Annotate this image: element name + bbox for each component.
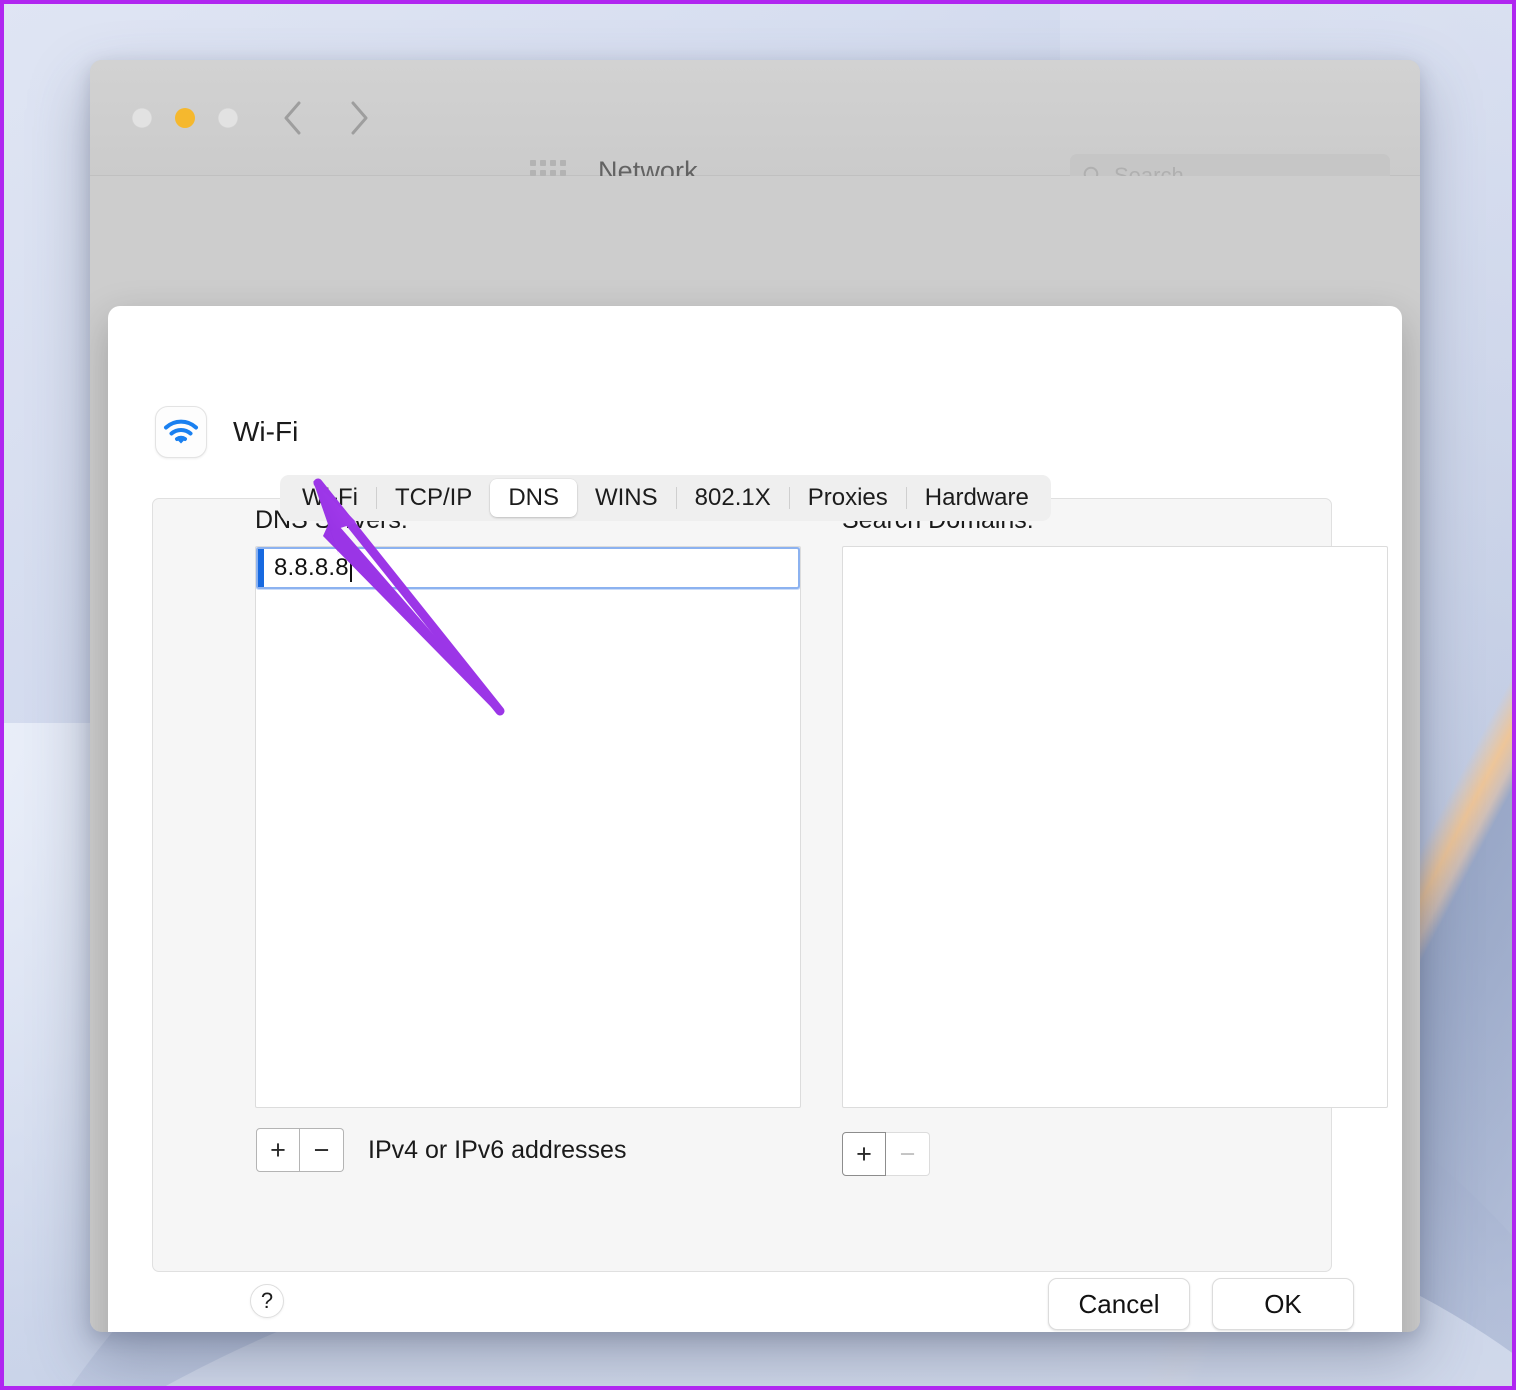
- wifi-icon: [155, 406, 207, 458]
- search-domains-stepper: + −: [842, 1132, 930, 1176]
- dns-settings-sheet: Wi-Fi Wi-Fi TCP/IP DNS WINS 802.1X Proxi…: [108, 306, 1402, 1332]
- tab-proxies[interactable]: Proxies: [790, 479, 906, 517]
- traffic-lights: [132, 108, 238, 128]
- network-preferences-window: Network Search Revert Apply: [90, 60, 1420, 1332]
- dns-hint-text: IPv4 or IPv6 addresses: [368, 1136, 627, 1164]
- service-header: Wi-Fi: [155, 406, 298, 458]
- text-cursor: [349, 554, 352, 582]
- window-titlebar: Network Search: [90, 60, 1420, 198]
- settings-tabbar: Wi-Fi TCP/IP DNS WINS 802.1X Proxies Har…: [280, 475, 1051, 521]
- help-button[interactable]: ?: [250, 1284, 284, 1318]
- sheet-footer-buttons: Cancel OK: [1048, 1278, 1354, 1330]
- dns-entry-value: 8.8.8.8: [274, 554, 349, 581]
- navigation-buttons: [280, 98, 372, 138]
- minimize-button[interactable]: [175, 108, 195, 128]
- tab-hardware[interactable]: Hardware: [907, 479, 1047, 517]
- zoom-button[interactable]: [218, 108, 238, 128]
- dns-servers-list[interactable]: 8.8.8.8: [255, 546, 801, 1108]
- tab-wins[interactable]: WINS: [577, 479, 676, 517]
- cancel-button[interactable]: Cancel: [1048, 1278, 1190, 1330]
- search-domain-remove-button[interactable]: −: [886, 1132, 930, 1176]
- back-icon[interactable]: [280, 98, 306, 138]
- search-domains-list[interactable]: [842, 546, 1388, 1108]
- dns-entry-editing[interactable]: 8.8.8.8: [256, 547, 800, 589]
- search-domain-add-button[interactable]: +: [842, 1132, 886, 1176]
- dns-add-button[interactable]: +: [256, 1128, 300, 1172]
- dns-stepper: + −: [256, 1128, 344, 1172]
- tab-8021x[interactable]: 802.1X: [677, 479, 789, 517]
- close-button[interactable]: [132, 108, 152, 128]
- window-body: Revert Apply Wi-Fi Wi-Fi TCP/I: [90, 176, 1420, 1332]
- tab-dns[interactable]: DNS: [490, 479, 577, 517]
- ok-button[interactable]: OK: [1212, 1278, 1354, 1330]
- tab-wifi[interactable]: Wi-Fi: [284, 479, 376, 517]
- forward-icon[interactable]: [346, 98, 372, 138]
- service-name: Wi-Fi: [233, 416, 299, 447]
- dns-remove-button[interactable]: −: [300, 1128, 344, 1172]
- tab-tcpip[interactable]: TCP/IP: [377, 479, 490, 517]
